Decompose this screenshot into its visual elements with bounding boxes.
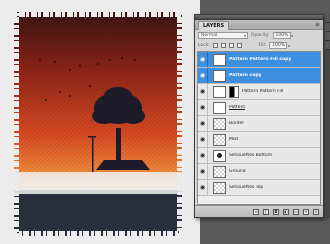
strip-button[interactable]	[325, 32, 330, 41]
layer-row[interactable]: ◉ Pattern Pattern Fill	[198, 84, 320, 100]
blend-mode-value: Normal	[201, 32, 218, 38]
eye-icon[interactable]: ◉	[198, 132, 208, 147]
layer-name[interactable]: Mist	[229, 137, 238, 142]
layer-thumbnail[interactable]	[213, 181, 226, 194]
lock-transparency-icon[interactable]	[212, 42, 218, 48]
layers-list: ◉ Pattern Pattern Fill copy ◉ Pattern copy ◉…	[197, 51, 321, 205]
eye-icon[interactable]: ◉	[198, 148, 208, 163]
blend-mode-select[interactable]: Normal ▾	[198, 31, 248, 39]
chevron-down-icon[interactable]: ▸	[288, 43, 290, 48]
layer-name[interactable]: Ground	[229, 169, 246, 174]
document-canvas[interactable]	[0, 0, 200, 244]
strip-button[interactable]	[325, 41, 330, 50]
layer-row[interactable]: ◉ Pattern Pattern Fill copy	[198, 52, 320, 68]
layer-name[interactable]: Pattern copy	[229, 73, 261, 78]
new-layer-icon[interactable]: +	[303, 208, 309, 215]
eye-icon[interactable]: ◉	[198, 68, 208, 83]
layer-name[interactable]: Pattern Pattern Fill copy	[229, 57, 291, 62]
layer-row[interactable]: ◉ Ground	[198, 164, 320, 180]
layer-row[interactable]: ◉ Silhouettes Bottom	[198, 148, 320, 164]
tab-layers[interactable]: LAYERS	[198, 21, 230, 30]
adjustment-icon[interactable]: ◐	[283, 208, 289, 215]
chevron-down-icon[interactable]: ▸	[292, 33, 294, 38]
eye-icon[interactable]: ◉	[198, 100, 208, 115]
mask-icon[interactable]: ◘	[273, 208, 279, 215]
panel-tab-bar: LAYERS ≡	[195, 20, 323, 30]
layer-name[interactable]: Silhouettes Top	[229, 185, 263, 190]
lock-position-icon[interactable]	[228, 42, 234, 48]
lock-label: Lock:	[198, 42, 210, 48]
lock-pixels-icon[interactable]	[220, 42, 226, 48]
layer-name[interactable]: Border	[229, 121, 244, 126]
layer-row[interactable]: ◉ Pattern	[198, 100, 320, 116]
opacity-label: Opacity:	[251, 32, 270, 38]
strip-button[interactable]	[325, 23, 330, 32]
eye-icon[interactable]: ◉	[198, 164, 208, 179]
layers-panel: LAYERS ≡ Normal ▾ Opacity: 100% ▸ Lock: …	[194, 14, 324, 218]
artwork-image	[0, 0, 200, 244]
link-icon[interactable]: ∞	[253, 208, 259, 215]
layer-mask-thumbnail[interactable]	[229, 85, 239, 98]
layer-thumbnail[interactable]	[213, 53, 226, 66]
right-tool-strip	[325, 14, 330, 218]
fill-label: Fill:	[258, 42, 267, 48]
folder-icon[interactable]: ▭	[293, 208, 299, 215]
layer-thumbnail[interactable]	[213, 133, 226, 146]
lock-all-icon[interactable]	[236, 42, 242, 48]
trash-icon[interactable]: ×	[313, 208, 319, 215]
fx-icon[interactable]: ƒ	[263, 208, 269, 215]
layer-thumbnail[interactable]	[213, 69, 226, 82]
blend-row: Normal ▾ Opacity: 100% ▸	[195, 30, 323, 40]
layer-thumbnail[interactable]	[213, 85, 226, 98]
panel-footer: ∞ ƒ ◘ ◐ ▭ + ×	[195, 205, 323, 217]
layer-row[interactable]: ◉ Mist	[198, 132, 320, 148]
eye-icon[interactable]: ◉	[198, 84, 208, 99]
layer-thumbnail[interactable]	[213, 101, 226, 114]
layer-row[interactable]: ◉ Silhouettes Top	[198, 180, 320, 196]
layer-name[interactable]: Silhouettes Bottom	[229, 153, 272, 158]
layer-row[interactable]: ◉ Pattern copy	[198, 68, 320, 84]
strip-button[interactable]	[325, 14, 330, 23]
layer-thumbnail[interactable]	[213, 149, 226, 162]
lock-row: Lock: Fill: 100% ▸	[195, 40, 323, 50]
layer-thumbnail[interactable]	[213, 165, 226, 178]
eye-icon[interactable]: ◉	[198, 180, 208, 195]
layer-thumbnail[interactable]	[213, 117, 226, 130]
fill-input[interactable]: 100%	[269, 41, 288, 49]
opacity-input[interactable]: 100%	[272, 31, 291, 39]
chevron-down-icon: ▾	[243, 32, 246, 38]
layer-name[interactable]: Pattern Pattern Fill	[242, 89, 283, 94]
eye-icon[interactable]: ◉	[198, 52, 208, 67]
eye-icon[interactable]: ◉	[198, 116, 208, 131]
panel-menu-icon[interactable]: ≡	[315, 21, 320, 29]
layer-row[interactable]: ◉ Border	[198, 116, 320, 132]
layer-name[interactable]: Pattern	[229, 105, 245, 110]
